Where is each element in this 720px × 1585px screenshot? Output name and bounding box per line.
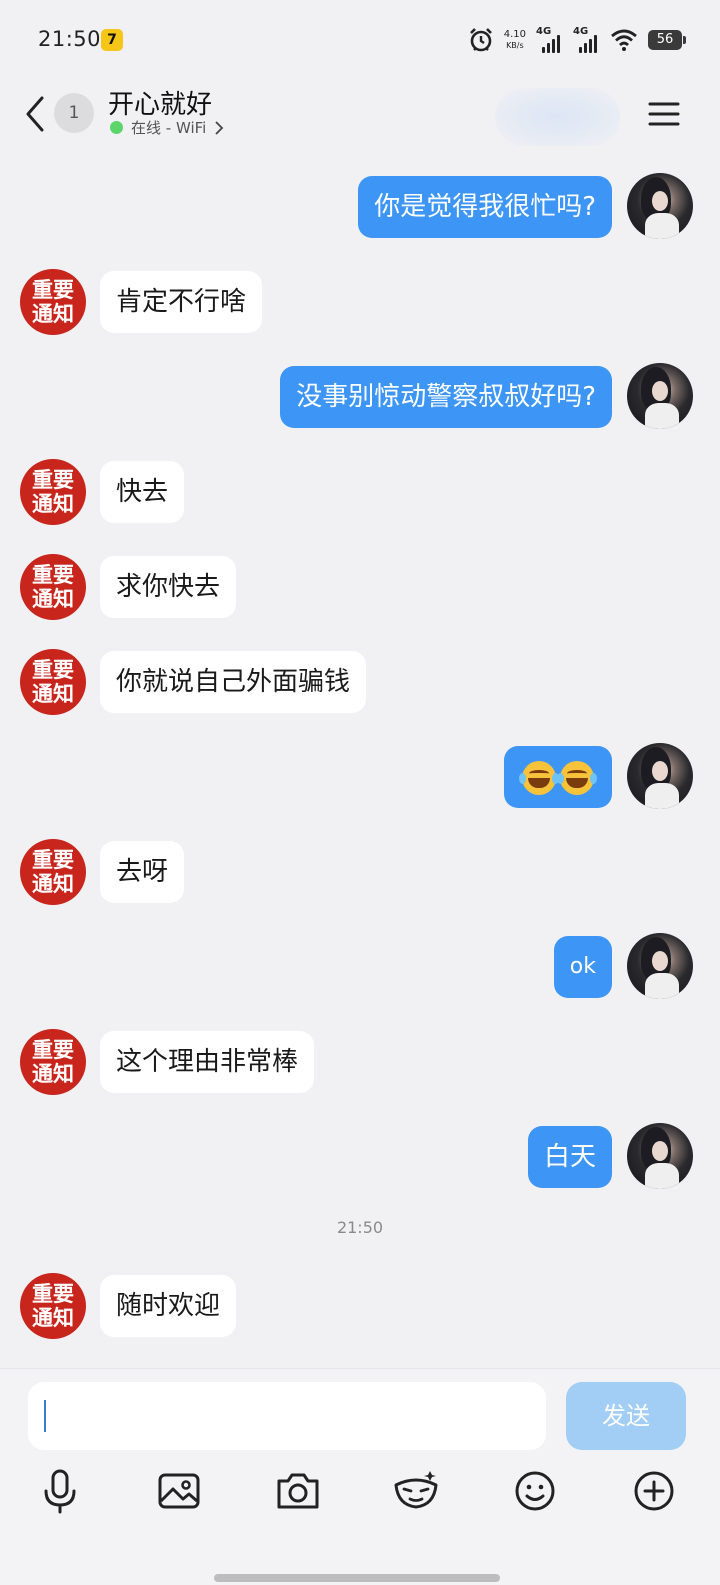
image-icon[interactable] [149,1461,209,1521]
camera-icon[interactable] [268,1461,328,1521]
send-button[interactable]: 发送 [566,1382,686,1450]
timestamp-separator: 21:50 [336,1218,384,1237]
contact-avatar[interactable]: 重要 通知 [20,269,86,335]
tears-of-joy-emoji [519,760,559,795]
signal-label: 4G [536,26,552,37]
alarm-icon [469,28,492,52]
my-avatar[interactable] [627,173,693,239]
message-bubble[interactable]: 去呀 [100,841,185,903]
network-speed: 4.10 KB/s [504,29,526,51]
contact-avatar[interactable]: 重要 通知 [20,1029,86,1095]
signal-label: 4G [573,26,589,37]
wifi-icon [611,29,637,51]
input-area: 发送 [0,1368,720,1585]
message-bubble[interactable]: 随时欢迎 [100,1275,237,1337]
message-bubble[interactable]: 没事别惊动警察叔叔好吗? [280,366,612,428]
tears-of-joy-emoji [557,760,597,795]
message-bubble[interactable]: 白天 [527,1126,612,1188]
contact-avatar[interactable]: 重要 通知 [20,1273,86,1339]
microphone-icon[interactable] [30,1461,90,1521]
my-avatar[interactable] [627,1123,693,1189]
contact-status[interactable]: 在线 - WiFi [110,117,224,138]
contact-name[interactable]: 开心就好 [108,84,212,121]
online-status-dot [110,121,123,134]
network-speed-unit: KB/s [506,41,524,50]
input-toolbar [0,1461,720,1521]
my-avatar[interactable] [627,743,693,809]
emoji-icon[interactable] [505,1461,565,1521]
my-avatar[interactable] [627,363,693,429]
message-list[interactable]: 你是觉得我很忙吗? 重要 通知 肯定不行啥 没事别惊动警察叔叔好吗? 重要 通知 快… [0,156,720,1368]
my-avatar[interactable] [627,933,693,999]
message-bubble[interactable]: 你是觉得我很忙吗? [358,176,612,238]
status-time: 21:50 [38,27,102,51]
message-bubble[interactable]: 肯定不行啥 [100,271,263,333]
network-speed-value: 4.10 [503,29,526,40]
sticker-icon[interactable] [386,1461,446,1521]
cellular-signal-icon-2: 4G [573,26,600,53]
back-arrow-icon[interactable] [22,94,52,134]
text-caret [44,1400,46,1432]
contact-avatar[interactable]: 重要 通知 [20,459,86,525]
contact-avatar[interactable]: 重要 通知 [20,554,86,620]
message-bubble[interactable]: 你就说自己外面骗钱 [100,651,367,713]
menu-icon[interactable] [648,98,680,130]
plus-icon[interactable] [624,1461,684,1521]
message-bubble-emoji[interactable] [504,746,612,808]
status-icons: 4.10 KB/s 4G 4G 56 [468,24,686,56]
blurred-region [495,88,620,146]
status-bar: 21:50 7 4.10 KB/s 4G 4G 56 [0,0,720,80]
message-bubble[interactable]: 求你快去 [100,556,237,618]
message-input[interactable] [28,1382,546,1450]
battery-icon: 56 [648,30,686,50]
message-bubble[interactable]: ok [553,936,612,998]
chat-header: 1 开心就好 在线 - WiFi [0,80,720,156]
contact-avatar[interactable]: 重要 通知 [20,649,86,715]
home-indicator[interactable] [214,1574,500,1582]
chevron-right-icon [215,120,224,135]
app-notification-icon: 7 [101,29,123,51]
message-bubble[interactable]: 快去 [100,461,185,523]
cellular-signal-icon-1: 4G [536,26,563,53]
message-bubble[interactable]: 这个理由非常棒 [100,1031,315,1093]
unread-count-badge[interactable]: 1 [54,93,94,133]
contact-status-text: 在线 - WiFi [131,119,207,137]
contact-avatar[interactable]: 重要 通知 [20,839,86,905]
